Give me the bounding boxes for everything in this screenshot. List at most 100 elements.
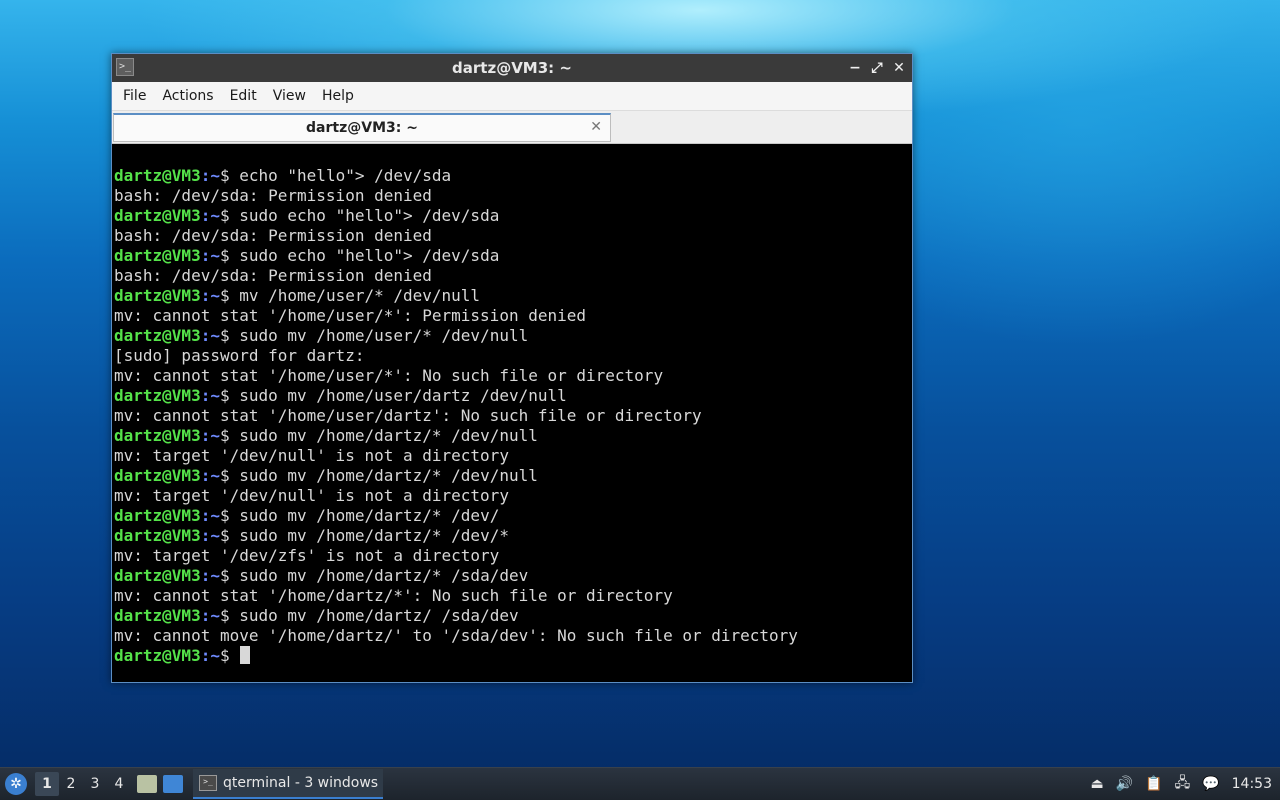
volume-icon[interactable]: 🔊 (1116, 776, 1133, 792)
terminal-command-line: dartz@VM3:~$ echo "hello"> /dev/sda (114, 166, 910, 186)
clipboard-icon[interactable]: 📋 (1145, 776, 1162, 792)
prompt-symbol: $ (219, 166, 230, 185)
file-manager-icon[interactable] (137, 775, 157, 793)
prompt-path: :~ (200, 566, 220, 585)
prompt-symbol: $ (219, 646, 230, 665)
terminal-output-line: mv: cannot stat '/home/user/*': Permissi… (114, 306, 587, 325)
prompt-symbol: $ (219, 426, 230, 445)
clock[interactable]: 14:53 (1232, 776, 1272, 792)
prompt-symbol: $ (219, 466, 230, 485)
prompt-path: :~ (200, 466, 220, 485)
menu-actions[interactable]: Actions (155, 88, 220, 104)
prompt-symbol: $ (219, 506, 230, 525)
terminal-command-line: dartz@VM3:~$ mv /home/user/* /dev/null (114, 286, 910, 306)
prompt-user: dartz@VM3 (114, 166, 201, 185)
terminal-icon: >_ (199, 775, 217, 791)
prompt-user: dartz@VM3 (114, 646, 201, 665)
command-text: sudo mv /home/dartz/* /dev/null (229, 426, 538, 445)
network-icon[interactable]: 🖧 (1175, 772, 1191, 796)
prompt-path: :~ (200, 386, 220, 405)
taskbar-task-qterminal[interactable]: >_ qterminal - 3 windows (193, 769, 383, 799)
menu-edit[interactable]: Edit (223, 88, 264, 104)
prompt-path: :~ (200, 326, 220, 345)
terminal-output-line: bash: /dev/sda: Permission denied (114, 226, 432, 245)
terminal-output-line: bash: /dev/sda: Permission denied (114, 186, 432, 205)
terminal-output-line: mv: target '/dev/null' is not a director… (114, 486, 509, 505)
maximize-button[interactable]: ⤢ (870, 60, 884, 76)
command-text: sudo mv /home/user/dartz /dev/null (229, 386, 567, 405)
prompt-symbol: $ (219, 246, 230, 265)
prompt-symbol: $ (219, 606, 230, 625)
prompt-symbol: $ (219, 206, 230, 225)
prompt-path: :~ (200, 506, 220, 525)
command-text: sudo mv /home/dartz/* /dev/null (229, 466, 538, 485)
terminal-command-line: dartz@VM3:~$ sudo mv /home/dartz/* /dev/… (114, 426, 910, 446)
terminal-output-line: mv: target '/dev/zfs' is not a directory (114, 546, 500, 565)
prompt-user: dartz@VM3 (114, 566, 201, 585)
command-text: sudo mv /home/dartz/* /sda/dev (229, 566, 529, 585)
terminal-command-line: dartz@VM3:~$ sudo mv /home/dartz/* /dev/… (114, 526, 910, 546)
show-desktop-icon[interactable] (163, 775, 183, 793)
terminal-command-line: dartz@VM3:~$ (114, 646, 910, 666)
terminal-output-line: mv: cannot stat '/home/user/*': No such … (114, 366, 664, 385)
prompt-path: :~ (200, 426, 220, 445)
command-text: sudo mv /home/user/* /dev/null (229, 326, 529, 345)
taskbar: ✲ 1 2 3 4 >_ qterminal - 3 windows ⏏ 🔊 📋… (0, 767, 1280, 800)
close-button[interactable]: ✕ (892, 60, 906, 76)
command-text: sudo echo "hello"> /dev/sda (229, 246, 500, 265)
system-tray: ⏏ 🔊 📋 🖧 💬 14:53 (1090, 768, 1280, 800)
menu-bar: File Actions Edit View Help (112, 82, 912, 111)
notifier-icon[interactable]: 💬 (1202, 776, 1219, 792)
task-label: qterminal - 3 windows (223, 775, 379, 791)
minimize-button[interactable]: − (848, 60, 862, 76)
terminal-output-line: bash: /dev/sda: Permission denied (114, 266, 432, 285)
terminal-command-line: dartz@VM3:~$ sudo echo "hello"> /dev/sda (114, 206, 910, 226)
terminal-output[interactable]: dartz@VM3:~$ echo "hello"> /dev/sda bash:… (114, 146, 910, 680)
terminal-command-line: dartz@VM3:~$ sudo mv /home/user/dartz /d… (114, 386, 910, 406)
terminal-command-line: dartz@VM3:~$ sudo mv /home/dartz/* /dev/… (114, 466, 910, 486)
menu-help[interactable]: Help (315, 88, 361, 104)
window-titlebar[interactable]: >_ dartz@VM3: ~ − ⤢ ✕ (112, 54, 912, 82)
terminal-output-line: mv: cannot stat '/home/dartz/*': No such… (114, 586, 673, 605)
prompt-path: :~ (200, 246, 220, 265)
prompt-symbol: $ (219, 386, 230, 405)
command-text: sudo echo "hello"> /dev/sda (229, 206, 500, 225)
prompt-symbol: $ (219, 526, 230, 545)
prompt-path: :~ (200, 206, 220, 225)
prompt-path: :~ (200, 286, 220, 305)
prompt-symbol: $ (219, 286, 230, 305)
prompt-path: :~ (200, 166, 220, 185)
menu-file[interactable]: File (116, 88, 153, 104)
terminal-command-line: dartz@VM3:~$ sudo mv /home/dartz/ /sda/d… (114, 606, 910, 626)
desktop-switch-1[interactable]: 1 (35, 772, 59, 796)
prompt-user: dartz@VM3 (114, 206, 201, 225)
prompt-path: :~ (200, 646, 220, 665)
prompt-user: dartz@VM3 (114, 386, 201, 405)
desktop-switch-3[interactable]: 3 (83, 776, 107, 792)
tab-title: dartz@VM3: ~ (306, 120, 418, 136)
command-text: echo "hello"> /dev/sda (229, 166, 452, 185)
terminal-cursor (239, 646, 250, 664)
lxqt-start-icon[interactable]: ✲ (5, 773, 27, 795)
menu-view[interactable]: View (266, 88, 313, 104)
desktop-switch-2[interactable]: 2 (59, 776, 83, 792)
eject-icon[interactable]: ⏏ (1090, 776, 1103, 792)
prompt-user: dartz@VM3 (114, 326, 201, 345)
terminal-window: >_ dartz@VM3: ~ − ⤢ ✕ File Actions Edit … (111, 53, 913, 683)
prompt-user: dartz@VM3 (114, 426, 201, 445)
tab-close-icon[interactable]: ✕ (590, 119, 602, 135)
prompt-user: dartz@VM3 (114, 506, 201, 525)
tab-terminal[interactable]: dartz@VM3: ~ ✕ (113, 113, 611, 142)
terminal-output-line: mv: target '/dev/null' is not a director… (114, 446, 509, 465)
terminal-command-line: dartz@VM3:~$ sudo mv /home/user/* /dev/n… (114, 326, 910, 346)
terminal-command-line: dartz@VM3:~$ sudo echo "hello"> /dev/sda (114, 246, 910, 266)
desktop-switch-4[interactable]: 4 (107, 776, 131, 792)
prompt-user: dartz@VM3 (114, 466, 201, 485)
terminal-app-icon[interactable]: >_ (116, 58, 134, 76)
command-text: sudo mv /home/dartz/ /sda/dev (229, 606, 519, 625)
tab-bar: dartz@VM3: ~ ✕ (112, 111, 912, 144)
prompt-path: :~ (200, 526, 220, 545)
window-title: dartz@VM3: ~ (452, 59, 572, 77)
window-controls: − ⤢ ✕ (848, 54, 906, 82)
prompt-symbol: $ (219, 326, 230, 345)
